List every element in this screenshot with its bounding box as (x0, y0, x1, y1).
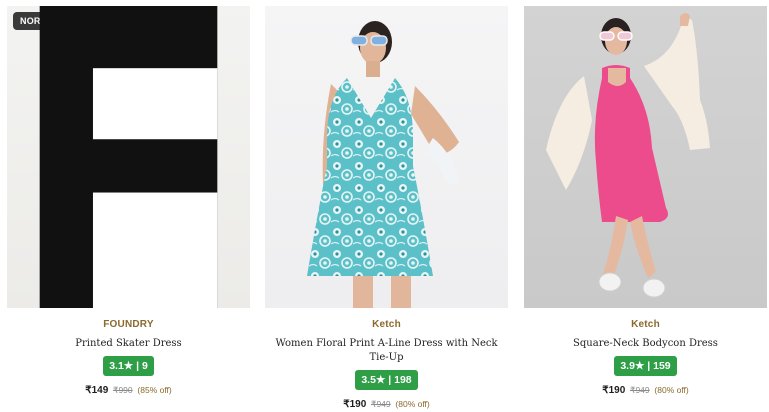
product-card[interactable]: Ketch Square-Neck Bodycon Dress 3.9★ | 1… (524, 6, 767, 396)
brand-logo-icon (39, 6, 218, 308)
product-image[interactable] (265, 6, 508, 308)
product-brand: Ketch (372, 319, 401, 330)
product-info: FOUNDRY Printed Skater Dress 3.1★ | 9 ₹1… (7, 319, 250, 396)
product-brand: Ketch (631, 319, 660, 330)
price-row: ₹190 ₹949 (80% off) (265, 399, 508, 410)
model-in-floral-dress-image (307, 21, 459, 308)
product-card[interactable]: Ketch Women Floral Print A-Line Dress wi… (265, 6, 508, 410)
product-brand: FOUNDRY (103, 319, 154, 330)
original-price: ₹949 (630, 385, 650, 395)
product-card[interactable]: NORETURN FOUNDRY Printed Skater Dress 3.… (7, 6, 250, 396)
model-in-pink-bodycon-dress-image (546, 13, 710, 298)
discount-text: (80% off) (395, 399, 430, 409)
selling-price: ₹190 (343, 399, 367, 410)
price-row: ₹190 ₹949 (80% off) (524, 385, 767, 396)
product-grid: NORETURN FOUNDRY Printed Skater Dress 3.… (0, 0, 769, 412)
product-name[interactable]: Square-Neck Bodycon Dress (527, 337, 765, 351)
product-name[interactable]: Printed Skater Dress (10, 337, 248, 351)
rating-badge: 3.1★ | 9 (103, 356, 154, 376)
discount-text: (85% off) (137, 385, 172, 395)
product-image[interactable]: NORETURN (7, 6, 250, 308)
product-info: Ketch Women Floral Print A-Line Dress wi… (265, 319, 508, 410)
selling-price: ₹190 (602, 385, 626, 396)
original-price: ₹990 (113, 385, 133, 395)
selling-price: ₹149 (85, 385, 109, 396)
product-info: Ketch Square-Neck Bodycon Dress 3.9★ | 1… (524, 319, 767, 396)
original-price: ₹949 (371, 399, 391, 409)
discount-text: (80% off) (654, 385, 689, 395)
product-image[interactable] (524, 6, 767, 308)
rating-badge: 3.9★ | 159 (614, 356, 677, 376)
price-row: ₹149 ₹990 (85% off) (7, 385, 250, 396)
rating-badge: 3.5★ | 198 (355, 370, 418, 390)
product-name[interactable]: Women Floral Print A-Line Dress with Nec… (268, 337, 506, 365)
